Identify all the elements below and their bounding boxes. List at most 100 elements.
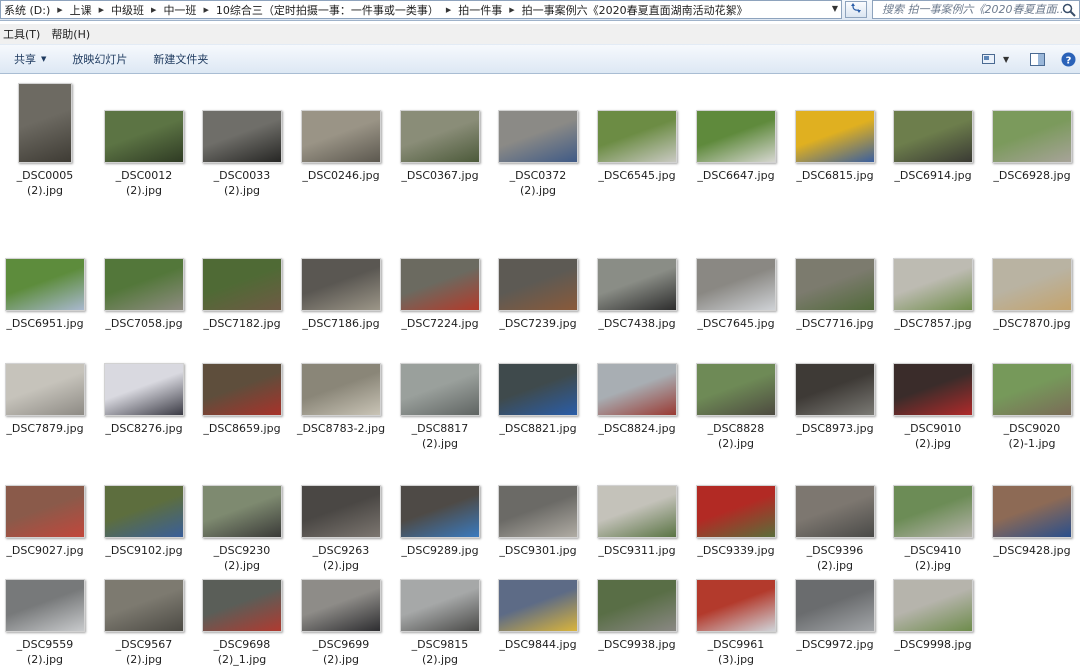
file-item[interactable]: _DSC9230 (2).jpg	[194, 485, 290, 573]
photo-thumbnail[interactable]	[696, 363, 776, 416]
file-item[interactable]: _DSC9102.jpg	[96, 485, 192, 558]
photo-thumbnail[interactable]	[597, 258, 677, 311]
search-input[interactable]	[873, 2, 1064, 17]
file-item[interactable]: _DSC6928.jpg	[984, 110, 1080, 183]
photo-thumbnail[interactable]	[992, 363, 1072, 416]
help-button[interactable]: ?	[1061, 51, 1076, 67]
search-icon[interactable]	[1061, 2, 1077, 18]
file-item[interactable]: _DSC9020 (2)-1.jpg	[984, 363, 1080, 451]
file-item[interactable]: _DSC0367.jpg	[392, 110, 488, 183]
file-item[interactable]: _DSC9396 (2).jpg	[787, 485, 883, 573]
photo-thumbnail[interactable]	[104, 579, 184, 632]
photo-thumbnail[interactable]	[795, 485, 875, 538]
photo-thumbnail[interactable]	[893, 258, 973, 311]
photo-thumbnail[interactable]	[5, 485, 85, 538]
breadcrumb[interactable]: 系统 (D:) ▶ 上课 ▶ 中级班 ▶ 中一班 ▶ 10综合三（定时拍摄一事：…	[0, 0, 842, 19]
breadcrumb-item-current[interactable]: 拍一事案例六《2020春夏直面湖南活动花絮》	[519, 2, 751, 18]
share-button[interactable]: 共享 ▼	[0, 51, 46, 67]
file-item[interactable]: _DSC6647.jpg	[688, 110, 784, 183]
breadcrumb-item[interactable]: 中级班	[108, 2, 147, 18]
file-item[interactable]: _DSC7224.jpg	[392, 258, 488, 331]
file-item[interactable]: _DSC9815 (2).jpg	[392, 579, 488, 667]
photo-thumbnail[interactable]	[992, 485, 1072, 538]
photo-thumbnail[interactable]	[301, 579, 381, 632]
file-item[interactable]: _DSC8824.jpg	[589, 363, 685, 436]
file-item[interactable]: _DSC8659.jpg	[194, 363, 290, 436]
photo-thumbnail[interactable]	[498, 363, 578, 416]
file-item[interactable]: _DSC9010 (2).jpg	[885, 363, 981, 451]
file-item[interactable]: _DSC7182.jpg	[194, 258, 290, 331]
photo-thumbnail[interactable]	[202, 110, 282, 163]
file-item[interactable]: _DSC7239.jpg	[490, 258, 586, 331]
file-item[interactable]: _DSC9972.jpg	[787, 579, 883, 652]
file-item[interactable]: _DSC9699 (2).jpg	[293, 579, 389, 667]
file-item[interactable]: _DSC6951.jpg	[0, 258, 93, 331]
file-item[interactable]: _DSC7716.jpg	[787, 258, 883, 331]
photo-thumbnail[interactable]	[5, 258, 85, 311]
file-item[interactable]: _DSC9263 (2).jpg	[293, 485, 389, 573]
photo-thumbnail[interactable]	[301, 363, 381, 416]
photo-thumbnail[interactable]	[597, 110, 677, 163]
file-item[interactable]: _DSC8821.jpg	[490, 363, 586, 436]
file-item[interactable]: _DSC7438.jpg	[589, 258, 685, 331]
photo-thumbnail[interactable]	[5, 363, 85, 416]
breadcrumb-separator-icon[interactable]: ▶	[505, 6, 518, 14]
photo-thumbnail[interactable]	[498, 485, 578, 538]
photo-thumbnail[interactable]	[696, 579, 776, 632]
file-item[interactable]: _DSC0012 (2).jpg	[96, 110, 192, 198]
photo-thumbnail[interactable]	[104, 258, 184, 311]
file-item[interactable]: _DSC0372 (2).jpg	[490, 110, 586, 198]
photo-thumbnail[interactable]	[696, 258, 776, 311]
photo-thumbnail[interactable]	[400, 258, 480, 311]
photo-thumbnail[interactable]	[498, 258, 578, 311]
change-view-button[interactable]	[982, 51, 996, 67]
file-item[interactable]: _DSC7870.jpg	[984, 258, 1080, 331]
photo-thumbnail[interactable]	[400, 579, 480, 632]
breadcrumb-separator-icon[interactable]: ▶	[147, 6, 160, 14]
file-item[interactable]: _DSC9410 (2).jpg	[885, 485, 981, 573]
address-history-dropdown-icon[interactable]: ▼	[829, 2, 841, 16]
refresh-button[interactable]	[845, 1, 867, 18]
preview-pane-button[interactable]	[1030, 51, 1045, 67]
photo-thumbnail[interactable]	[597, 363, 677, 416]
search-box[interactable]	[872, 0, 1080, 19]
breadcrumb-item-drive[interactable]: 系统 (D:)	[1, 2, 53, 18]
file-item[interactable]: _DSC0246.jpg	[293, 110, 389, 183]
photo-thumbnail[interactable]	[597, 485, 677, 538]
photo-thumbnail[interactable]	[498, 579, 578, 632]
photo-thumbnail[interactable]	[400, 485, 480, 538]
photo-thumbnail[interactable]	[893, 363, 973, 416]
file-item[interactable]: _DSC9311.jpg	[589, 485, 685, 558]
file-item[interactable]: _DSC6914.jpg	[885, 110, 981, 183]
photo-thumbnail[interactable]	[696, 485, 776, 538]
photo-thumbnail[interactable]	[18, 83, 72, 163]
file-item[interactable]: _DSC7186.jpg	[293, 258, 389, 331]
file-item[interactable]: _DSC9428.jpg	[984, 485, 1080, 558]
photo-thumbnail[interactable]	[893, 485, 973, 538]
file-item[interactable]: _DSC8828 (2).jpg	[688, 363, 784, 451]
file-item[interactable]: _DSC6545.jpg	[589, 110, 685, 183]
menu-tools[interactable]: 工具(T)	[0, 26, 48, 42]
photo-thumbnail[interactable]	[301, 110, 381, 163]
file-item[interactable]: _DSC9289.jpg	[392, 485, 488, 558]
file-item[interactable]: _DSC9998.jpg	[885, 579, 981, 652]
file-item[interactable]: _DSC7645.jpg	[688, 258, 784, 331]
photo-thumbnail[interactable]	[992, 110, 1072, 163]
file-item[interactable]: _DSC8817 (2).jpg	[392, 363, 488, 451]
photo-thumbnail[interactable]	[202, 258, 282, 311]
file-item[interactable]: _DSC9339.jpg	[688, 485, 784, 558]
photo-thumbnail[interactable]	[992, 258, 1072, 311]
photo-thumbnail[interactable]	[301, 258, 381, 311]
file-item[interactable]: _DSC9938.jpg	[589, 579, 685, 652]
breadcrumb-item[interactable]: 上课	[67, 2, 95, 18]
photo-thumbnail[interactable]	[104, 485, 184, 538]
file-item[interactable]: _DSC9301.jpg	[490, 485, 586, 558]
file-item[interactable]: _DSC9027.jpg	[0, 485, 93, 558]
photo-thumbnail[interactable]	[498, 110, 578, 163]
file-item[interactable]: _DSC7857.jpg	[885, 258, 981, 331]
file-item[interactable]: _DSC8783-2.jpg	[293, 363, 389, 436]
photo-thumbnail[interactable]	[795, 363, 875, 416]
photo-thumbnail[interactable]	[5, 579, 85, 632]
photo-thumbnail[interactable]	[400, 110, 480, 163]
breadcrumb-separator-icon[interactable]: ▶	[53, 6, 66, 14]
